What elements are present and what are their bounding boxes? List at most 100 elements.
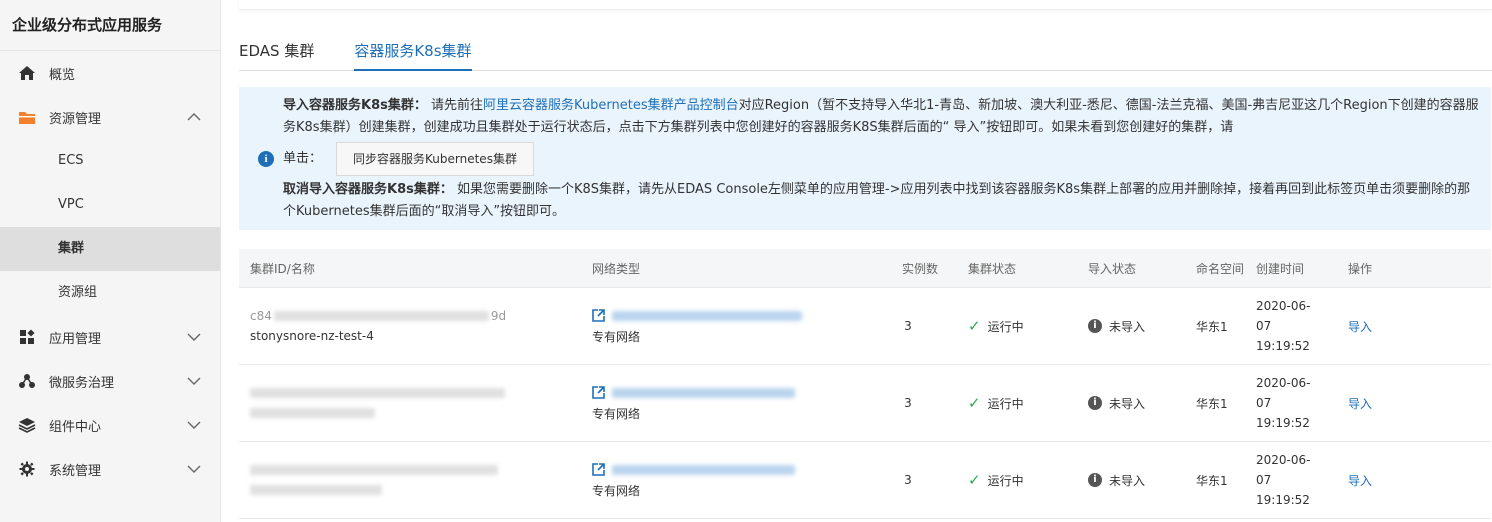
tab-edas-cluster[interactable]: EDAS 集群 bbox=[239, 28, 314, 71]
status-text: 运行中 bbox=[987, 396, 1024, 411]
sidebar-item-component-center[interactable]: 组件中心 bbox=[0, 403, 220, 447]
k8s-console-link[interactable]: 阿里云容器服务Kubernetes集群产品控制台 bbox=[483, 98, 739, 113]
gear-icon bbox=[17, 459, 37, 479]
import-status: i 未导入 bbox=[1088, 318, 1164, 335]
sidebar-item-label: 资源管理 bbox=[49, 111, 102, 127]
redacted-name bbox=[250, 408, 375, 418]
sidebar-subitem-resource-group[interactable]: 资源组 bbox=[0, 271, 220, 315]
sidebar-item-resource-management[interactable]: 资源管理 bbox=[0, 95, 220, 139]
import-button[interactable]: 导入 bbox=[1348, 474, 1372, 488]
import-text-pre: 请先前往 bbox=[431, 98, 484, 113]
info-notice: i 导入容器服务K8s集群： 请先前往阿里云容器服务Kubernetes集群产品… bbox=[239, 87, 1491, 230]
apps-icon bbox=[17, 327, 37, 347]
tab-k8s-cluster[interactable]: 容器服务K8s集群 bbox=[354, 28, 472, 71]
instance-count: 3 bbox=[904, 473, 912, 487]
folder-icon bbox=[17, 107, 37, 127]
redacted-vpc[interactable] bbox=[612, 311, 802, 321]
created-time: 2020-06- 07 19:19:52 bbox=[1248, 450, 1342, 510]
chevron-down-icon[interactable] bbox=[186, 373, 202, 389]
cluster-status: ✓ 运行中 bbox=[968, 471, 1052, 489]
redacted-vpc[interactable] bbox=[612, 388, 795, 398]
info-icon: i bbox=[258, 151, 274, 167]
cluster-tabs: EDAS 集群 容器服务K8s集群 bbox=[239, 28, 1492, 71]
created-day: 07 bbox=[1256, 473, 1272, 487]
network-icon bbox=[17, 371, 37, 391]
cancel-text: 如果您需要删除一个K8S集群，请先从EDAS Console左侧菜单的应用管理-… bbox=[283, 182, 1471, 219]
notice-text: 导入容器服务K8s集群： 请先前往阿里云容器服务Kubernetes集群产品控制… bbox=[283, 95, 1483, 223]
namespace: 华东1 bbox=[1196, 319, 1228, 334]
cluster-name: stonysnore-nz-test-4 bbox=[250, 329, 374, 343]
sidebar-item-system-management[interactable]: 系统管理 bbox=[0, 447, 220, 491]
header-instances: 实例数 bbox=[901, 261, 938, 276]
click-label: 单击： bbox=[283, 151, 323, 166]
import-status: i 未导入 bbox=[1088, 472, 1164, 489]
sidebar: 企业级分布式应用服务 概览 资源管理 ECS VPC 集群 资源组 应用管理 微… bbox=[0, 0, 221, 522]
network-cell: 专有网络 bbox=[592, 306, 878, 346]
cluster-table: 集群ID/名称 网络类型 实例数 集群状态 导入状态 命名空间 创建时间 操作 … bbox=[239, 249, 1491, 519]
chevron-down-icon[interactable] bbox=[186, 461, 202, 477]
sidebar-item-label: 概览 bbox=[49, 67, 76, 83]
external-link-icon[interactable] bbox=[592, 386, 606, 400]
info-icon: i bbox=[1088, 396, 1102, 410]
info-icon: i bbox=[1088, 319, 1102, 333]
instance-count: 3 bbox=[904, 396, 912, 410]
created-clock: 19:19:52 bbox=[1256, 493, 1310, 507]
import-button[interactable]: 导入 bbox=[1348, 320, 1372, 334]
created-clock: 19:19:52 bbox=[1256, 416, 1310, 430]
table-row: c84 9d stonysnore-nz-test-4 专有网络 3 ✓ 运行中 i… bbox=[239, 288, 1491, 365]
external-link-icon[interactable] bbox=[592, 463, 606, 477]
sidebar-item-app-management[interactable]: 应用管理 bbox=[0, 315, 220, 359]
network-type: 专有网络 bbox=[592, 406, 641, 421]
sync-k8s-button[interactable]: 同步容器服务Kubernetes集群 bbox=[336, 142, 534, 176]
status-text: 运行中 bbox=[987, 473, 1024, 488]
redacted-id bbox=[273, 311, 489, 321]
layers-icon bbox=[17, 415, 37, 435]
created-clock: 19:19:52 bbox=[1256, 339, 1310, 353]
sidebar-item-microservice[interactable]: 微服务治理 bbox=[0, 359, 220, 403]
header-cluster-status: 集群状态 bbox=[968, 261, 1017, 276]
cluster-id-tail: 9d bbox=[490, 309, 507, 323]
chevron-down-icon[interactable] bbox=[186, 329, 202, 345]
cluster-id: c84 bbox=[250, 309, 272, 323]
import-status-text: 未导入 bbox=[1109, 473, 1146, 488]
network-type: 专有网络 bbox=[592, 483, 641, 498]
created-date: 2020-06- bbox=[1256, 376, 1311, 390]
import-status: i 未导入 bbox=[1088, 395, 1164, 412]
sidebar-item-label: 组件中心 bbox=[49, 419, 102, 435]
header-created-time: 创建时间 bbox=[1256, 261, 1305, 276]
redacted-id bbox=[250, 388, 505, 398]
sidebar-item-label: 系统管理 bbox=[49, 463, 102, 479]
import-title: 导入容器服务K8s集群： bbox=[283, 98, 427, 113]
cluster-id-cell: c84 9d stonysnore-nz-test-4 bbox=[239, 306, 592, 346]
import-status-text: 未导入 bbox=[1109, 396, 1146, 411]
check-icon: ✓ bbox=[968, 317, 981, 335]
network-type: 专有网络 bbox=[592, 329, 641, 344]
import-button[interactable]: 导入 bbox=[1348, 397, 1372, 411]
cluster-status: ✓ 运行中 bbox=[968, 317, 1052, 335]
cluster-status: ✓ 运行中 bbox=[968, 394, 1052, 412]
cluster-id-cell bbox=[239, 460, 592, 500]
import-status-text: 未导入 bbox=[1109, 319, 1146, 334]
created-date: 2020-06- bbox=[1256, 453, 1311, 467]
header-actions: 操作 bbox=[1348, 261, 1373, 276]
sidebar-item-label: 应用管理 bbox=[49, 331, 102, 347]
table-header: 集群ID/名称 网络类型 实例数 集群状态 导入状态 命名空间 创建时间 操作 bbox=[239, 249, 1491, 288]
redacted-vpc[interactable] bbox=[612, 465, 795, 475]
table-row: 专有网络 3 ✓ 运行中 i 未导入 华东1 2020-06- 07 19:19:52 … bbox=[239, 442, 1491, 519]
sidebar-subitem-cluster[interactable]: 集群 bbox=[0, 227, 220, 271]
namespace: 华东1 bbox=[1196, 473, 1228, 488]
sidebar-item-label: 微服务治理 bbox=[49, 375, 115, 391]
redacted-id bbox=[250, 465, 498, 475]
sidebar-subitem-vpc[interactable]: VPC bbox=[0, 183, 220, 227]
chevron-up-icon[interactable] bbox=[186, 109, 202, 125]
chevron-down-icon[interactable] bbox=[186, 417, 202, 433]
header-cluster-id: 集群ID/名称 bbox=[250, 261, 315, 276]
redacted-name bbox=[250, 485, 382, 495]
created-time: 2020-06- 07 19:19:52 bbox=[1248, 296, 1342, 356]
external-link-icon[interactable] bbox=[592, 309, 606, 323]
created-day: 07 bbox=[1256, 396, 1272, 410]
sidebar-subitem-ecs[interactable]: ECS bbox=[0, 139, 220, 183]
home-icon bbox=[17, 63, 37, 83]
app: 企业级分布式应用服务 概览 资源管理 ECS VPC 集群 资源组 应用管理 微… bbox=[0, 0, 1492, 522]
sidebar-item-overview[interactable]: 概览 bbox=[0, 51, 220, 95]
